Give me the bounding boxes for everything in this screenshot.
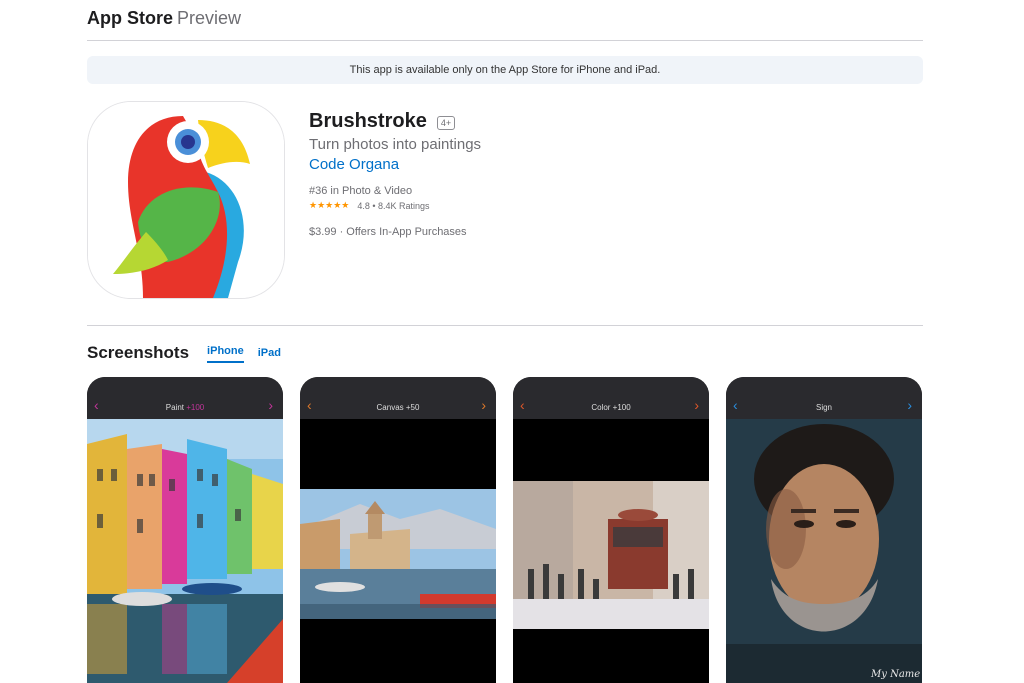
- screenshot-toolbar: ‹ Canvas +50 ›: [300, 377, 496, 419]
- street-tram-crowd-image: [513, 419, 709, 683]
- screenshot-4[interactable]: ‹ Sign › My Name: [726, 377, 922, 683]
- availability-banner: This app is available only on the App St…: [87, 56, 923, 84]
- star-rating-icon: ★★★★★: [309, 200, 350, 210]
- screenshot-3[interactable]: ‹ Color +100 ›: [513, 377, 709, 683]
- screenshot-label: Canvas +50: [376, 403, 420, 412]
- chevron-right-icon: ›: [907, 397, 912, 413]
- preview-label: Preview: [177, 8, 242, 28]
- screenshot-1[interactable]: ‹ Paint +100 ›: [87, 377, 283, 683]
- top-bar: App Store Preview: [87, 0, 923, 41]
- app-store-brand[interactable]: App Store Preview: [87, 8, 241, 29]
- screenshots-header: Screenshots iPhone iPad: [87, 343, 281, 363]
- tab-iphone[interactable]: iPhone: [207, 345, 244, 363]
- screenshot-label: Color +100: [591, 403, 631, 412]
- developer-link[interactable]: Code Organa: [309, 156, 399, 173]
- screenshot-2[interactable]: ‹ Canvas +50 ›: [300, 377, 496, 683]
- rating-text: 4.8 • 8.4K Ratings: [357, 200, 430, 211]
- chevron-right-icon: ›: [481, 397, 486, 413]
- colorful-houses-canal-image: [87, 419, 283, 683]
- parrot-app-icon: [88, 102, 284, 298]
- title-row: Brushstroke 4+: [309, 110, 481, 133]
- lake-harbor-town-image: [300, 419, 496, 683]
- tab-ipad[interactable]: iPad: [258, 347, 281, 363]
- category-rank: #36 in Photo & Video: [309, 185, 413, 197]
- screenshot-toolbar: ‹ Sign ›: [726, 377, 922, 419]
- brand-label: App Store: [87, 8, 174, 28]
- bearded-man-portrait-image: My Name: [726, 419, 922, 683]
- rating-row: ★★★★★ 4.8 • 8.4K Ratings: [309, 200, 481, 211]
- chevron-right-icon: ›: [694, 397, 699, 413]
- screenshot-toolbar: ‹ Color +100 ›: [513, 377, 709, 419]
- app-title: Brushstroke: [309, 110, 427, 132]
- chevron-right-icon: ›: [268, 397, 273, 413]
- app-subtitle: Turn photos into paintings: [309, 136, 482, 153]
- price-info: $3.99 · Offers In-App Purchases: [309, 226, 467, 238]
- screenshot-label: Paint +100: [165, 403, 205, 412]
- signature-text: My Name: [870, 669, 920, 680]
- app-info: Brushstroke 4+ Turn photos into painting…: [309, 110, 481, 238]
- section-divider: [87, 325, 923, 326]
- screenshot-label: Sign: [815, 403, 832, 412]
- app-icon: [87, 101, 285, 299]
- screenshot-toolbar: ‹ Paint +100 ›: [87, 377, 283, 419]
- screenshots-title: Screenshots: [87, 343, 190, 362]
- age-rating-badge: 4+: [436, 115, 456, 130]
